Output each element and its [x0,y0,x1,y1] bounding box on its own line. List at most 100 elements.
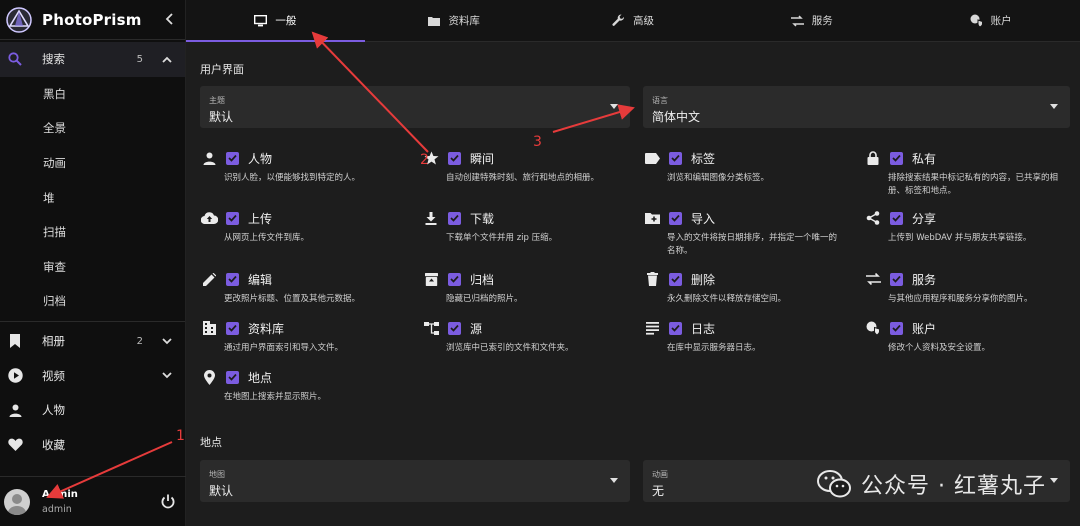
chevron-left-icon [165,13,173,25]
feature-name: 编辑 [248,272,273,287]
feature-name: 账户 [912,321,937,336]
feature-download: 下载 下载单个文件并用 zip 压缩。 [422,209,634,245]
sidebar-nav: 搜索 5 黑白 全景 动画 堆 扫描 审查 归档 相册 2 视频 人物 收藏 [0,40,185,462]
sidebar-item-monochrome[interactable]: 黑白 [0,77,185,112]
feature-account: 账户 修改个人资料及安全设置。 [864,319,1076,355]
tab-label: 一般 [275,15,297,27]
feature-name: 归档 [470,272,495,287]
feature-archive: 归档 隐藏已归档的照片。 [422,270,634,306]
sidebar-item-videos[interactable]: 视频 [0,358,185,393]
feature-desc: 隐藏已归档的照片。 [446,294,523,304]
photoprism-logo [6,6,32,33]
sidebar-item-label: 收藏 [42,437,65,452]
feature-checkbox[interactable] [890,321,903,335]
feature-name: 瞬间 [470,151,495,166]
sitemap-icon [422,319,440,337]
library-icon [200,319,218,337]
animation-select-value: 无 [652,484,665,498]
feature-checkbox[interactable] [669,211,682,225]
play-circle-icon [3,368,27,383]
feature-desc: 通过用户界面索引和导入文件。 [224,343,344,353]
feature-checkbox[interactable] [448,211,461,225]
library-icon [428,16,441,26]
feature-checkbox[interactable] [890,211,903,225]
check-icon [892,154,901,162]
feature-checkbox[interactable] [448,272,461,286]
feature-checkbox[interactable] [226,272,239,286]
feature-checkbox[interactable] [669,151,682,165]
sidebar-item-albums[interactable]: 相册 2 [0,324,185,359]
sidebar-item-favorites[interactable]: 收藏 [0,428,185,463]
swap-icon [790,14,804,27]
language-select[interactable]: 语言 简体中文 [643,86,1070,128]
wechat-icon [817,470,852,498]
tab-account[interactable]: 账户 [901,0,1080,41]
sidebar-item-archive[interactable]: 归档 [0,284,185,319]
tab-general[interactable]: 一般 [186,0,365,42]
check-icon [228,373,237,381]
feature-checkbox[interactable] [448,151,461,165]
sidebar: PhotoPrism 搜索 5 黑白 全景 动画 堆 扫描 审查 归档 相册 2… [0,0,186,526]
theme-select-value: 默认 [209,110,234,124]
watermark-text: 公众号 · 红薯丸子 [861,474,1046,499]
feature-checkbox[interactable] [226,151,239,165]
sidebar-item-count: 2 [136,335,143,347]
dropdown-arrow-icon [1050,478,1058,483]
sidebar-item-animated[interactable]: 动画 [0,146,185,181]
sidebar-item-label: 堆 [43,190,55,205]
tab-services[interactable]: 服务 [722,0,901,41]
sidebar-item-search[interactable]: 搜索 5 [0,42,185,77]
monitor-icon [254,14,268,26]
sidebar-item-label: 全景 [43,121,66,136]
feature-desc: 浏览库中已索引的文件和文件夹。 [446,343,574,353]
feature-desc: 自动创建特殊时刻、旅行和地点的相册。 [446,173,600,183]
check-icon [450,324,459,332]
feature-desc: 修改个人资料及安全设置。 [888,343,991,353]
chevron-down-icon[interactable] [157,372,177,379]
tab-label: 服务 [811,15,833,27]
tab-label: 账户 [990,15,1012,27]
share-icon [864,209,882,227]
feature-checkbox[interactable] [669,272,682,286]
collapse-sidebar-button[interactable] [155,10,185,29]
feature-name: 删除 [691,272,716,287]
feature-checkbox[interactable] [226,370,239,384]
sidebar-item-stacks[interactable]: 堆 [0,180,185,215]
sidebar-item-scans[interactable]: 扫描 [0,215,185,250]
settings-tabs: 一般 资料库 高级 服务 账户 [186,0,1080,42]
feature-desc: 导入的文件将按日期排序，并指定一个唯一的名称。 [667,233,838,256]
check-icon [892,324,901,332]
sidebar-item-panoramas[interactable]: 全景 [0,111,185,146]
avatar[interactable] [4,488,30,515]
sidebar-item-review[interactable]: 审查 [0,250,185,285]
theme-select-label: 主题 [209,96,225,105]
power-icon [161,494,175,509]
section-title-ui: 用户界面 [200,63,244,76]
logout-button[interactable] [150,494,186,509]
feature-originals: 源 浏览库中已索引的文件和文件夹。 [422,319,634,355]
sidebar-item-label: 人物 [42,403,65,418]
tab-advanced[interactable]: 高级 [544,0,723,41]
tab-library[interactable]: 资料库 [365,0,544,41]
map-marker-icon [200,368,218,386]
feature-checkbox[interactable] [226,211,239,225]
user-panel[interactable]: Admin admin [0,476,186,526]
map-style-select[interactable]: 地图 默认 [200,460,630,502]
feature-private: 私有 排除搜索结果中标记私有的内容，已共享的相册、标签和地点。 [864,149,1060,198]
feature-checkbox[interactable] [669,321,682,335]
feature-checkbox[interactable] [890,151,903,165]
swap-icon [864,270,882,288]
feature-checkbox[interactable] [226,321,239,335]
check-icon [450,214,459,222]
theme-select[interactable]: 主题 默认 [200,86,630,128]
chevron-up-icon[interactable] [157,56,177,63]
pencil-icon [200,270,218,288]
feature-checkbox[interactable] [890,272,903,286]
chevron-down-icon[interactable] [157,337,177,345]
sidebar-item-people[interactable]: 人物 [0,393,185,428]
feature-services: 服务 与其他应用程序和服务分享你的图片。 [864,270,1064,306]
sidebar-item-label: 视频 [42,368,65,383]
map-select-value: 默认 [209,484,234,498]
feature-checkbox[interactable] [448,321,461,335]
wrench-icon [612,14,624,26]
